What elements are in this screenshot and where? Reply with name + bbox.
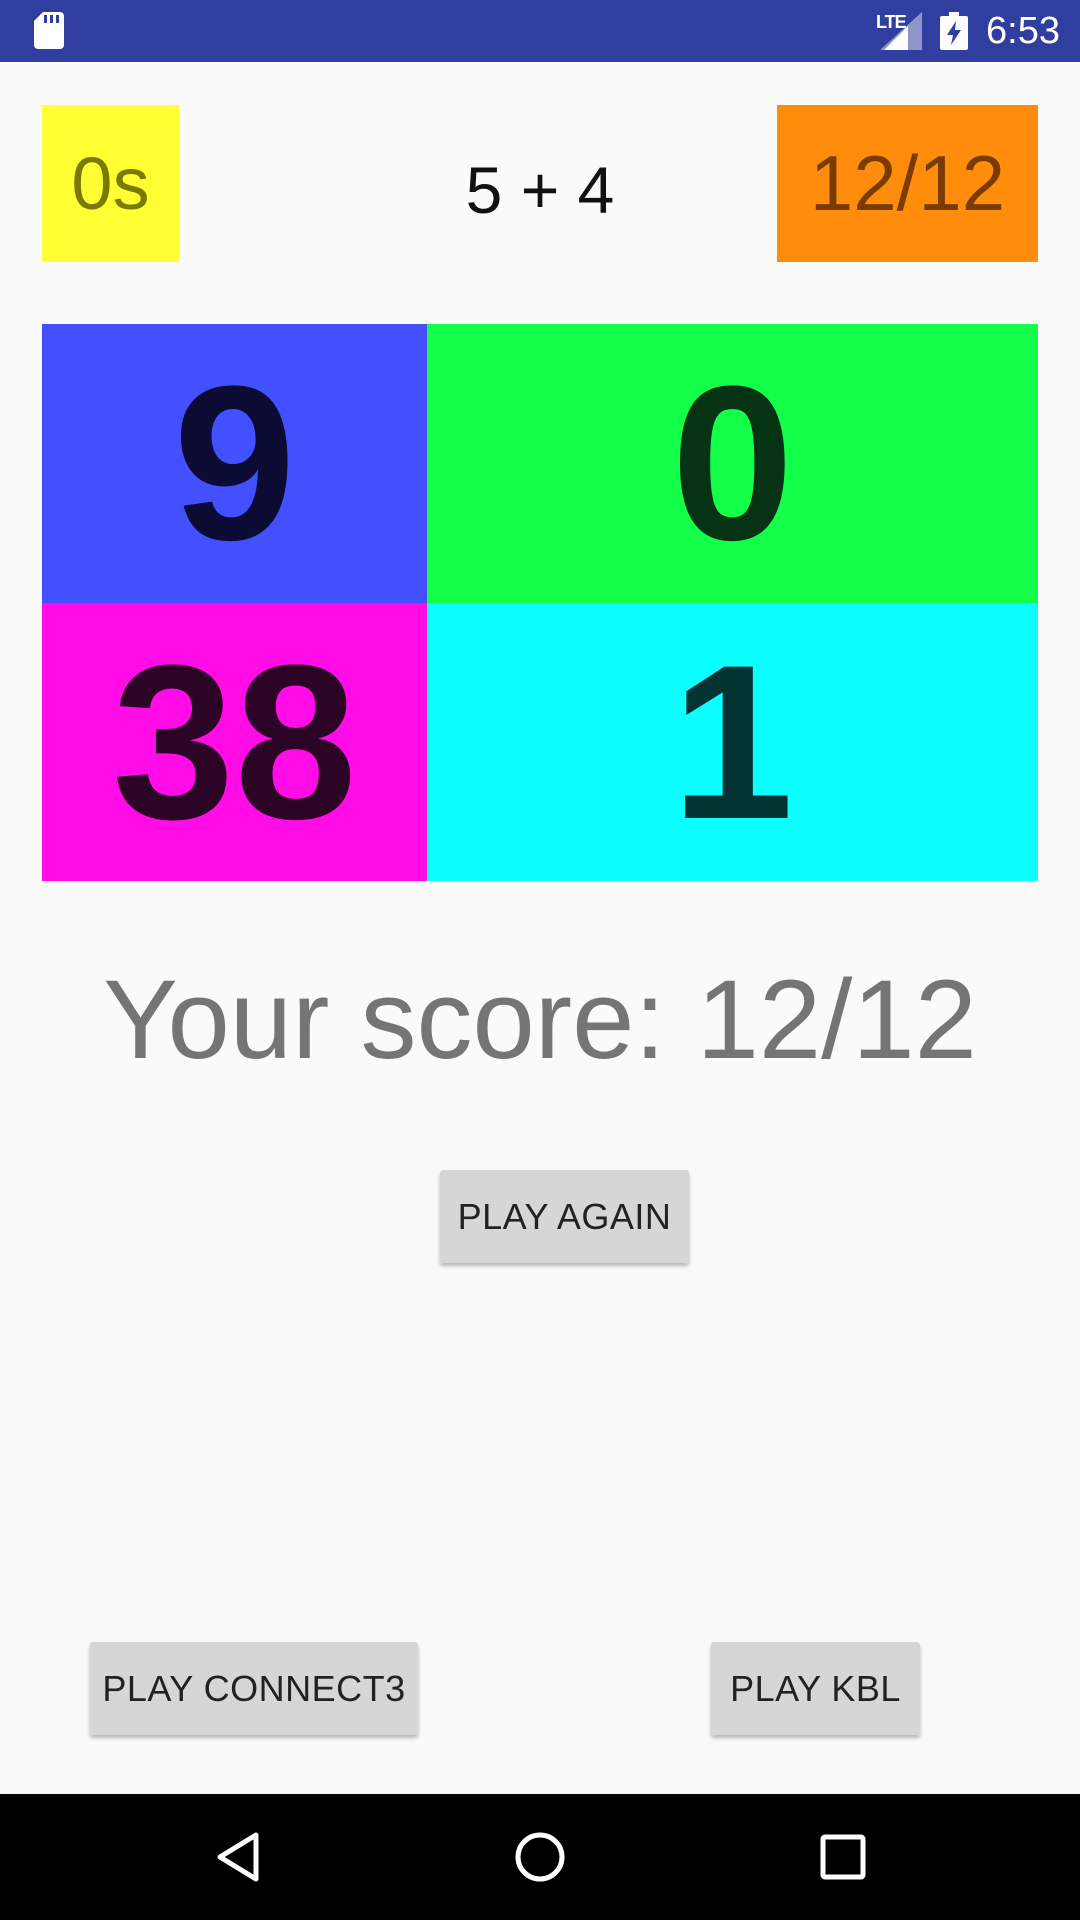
math-question: 5 + 4 [465, 153, 615, 227]
sd-card-icon [34, 12, 64, 49]
back-icon[interactable] [210, 1827, 270, 1887]
status-bar: LTE 6:53 [0, 0, 1080, 62]
play-connect3-button[interactable]: PLAY CONNECT3 [90, 1642, 418, 1735]
play-kbl-button[interactable]: PLAY KBL [711, 1642, 920, 1735]
home-icon[interactable] [510, 1827, 570, 1887]
answer-button-4[interactable]: 1 [427, 603, 1038, 881]
status-clock: 6:53 [986, 10, 1060, 52]
signal-icon [880, 12, 922, 50]
answer-button-2[interactable]: 0 [427, 324, 1038, 603]
answer-button-3[interactable]: 38 [42, 603, 427, 881]
result-text: Your score: 12/12 [103, 957, 977, 1082]
answer-button-1[interactable]: 9 [42, 324, 427, 603]
navigation-bar [0, 1794, 1080, 1920]
recent-apps-icon[interactable] [813, 1827, 873, 1887]
battery-charging-icon [940, 12, 968, 50]
play-again-button[interactable]: PLAY AGAIN [440, 1170, 689, 1263]
timer-display: 0s [42, 105, 179, 262]
score-display: 12/12 [777, 105, 1038, 262]
